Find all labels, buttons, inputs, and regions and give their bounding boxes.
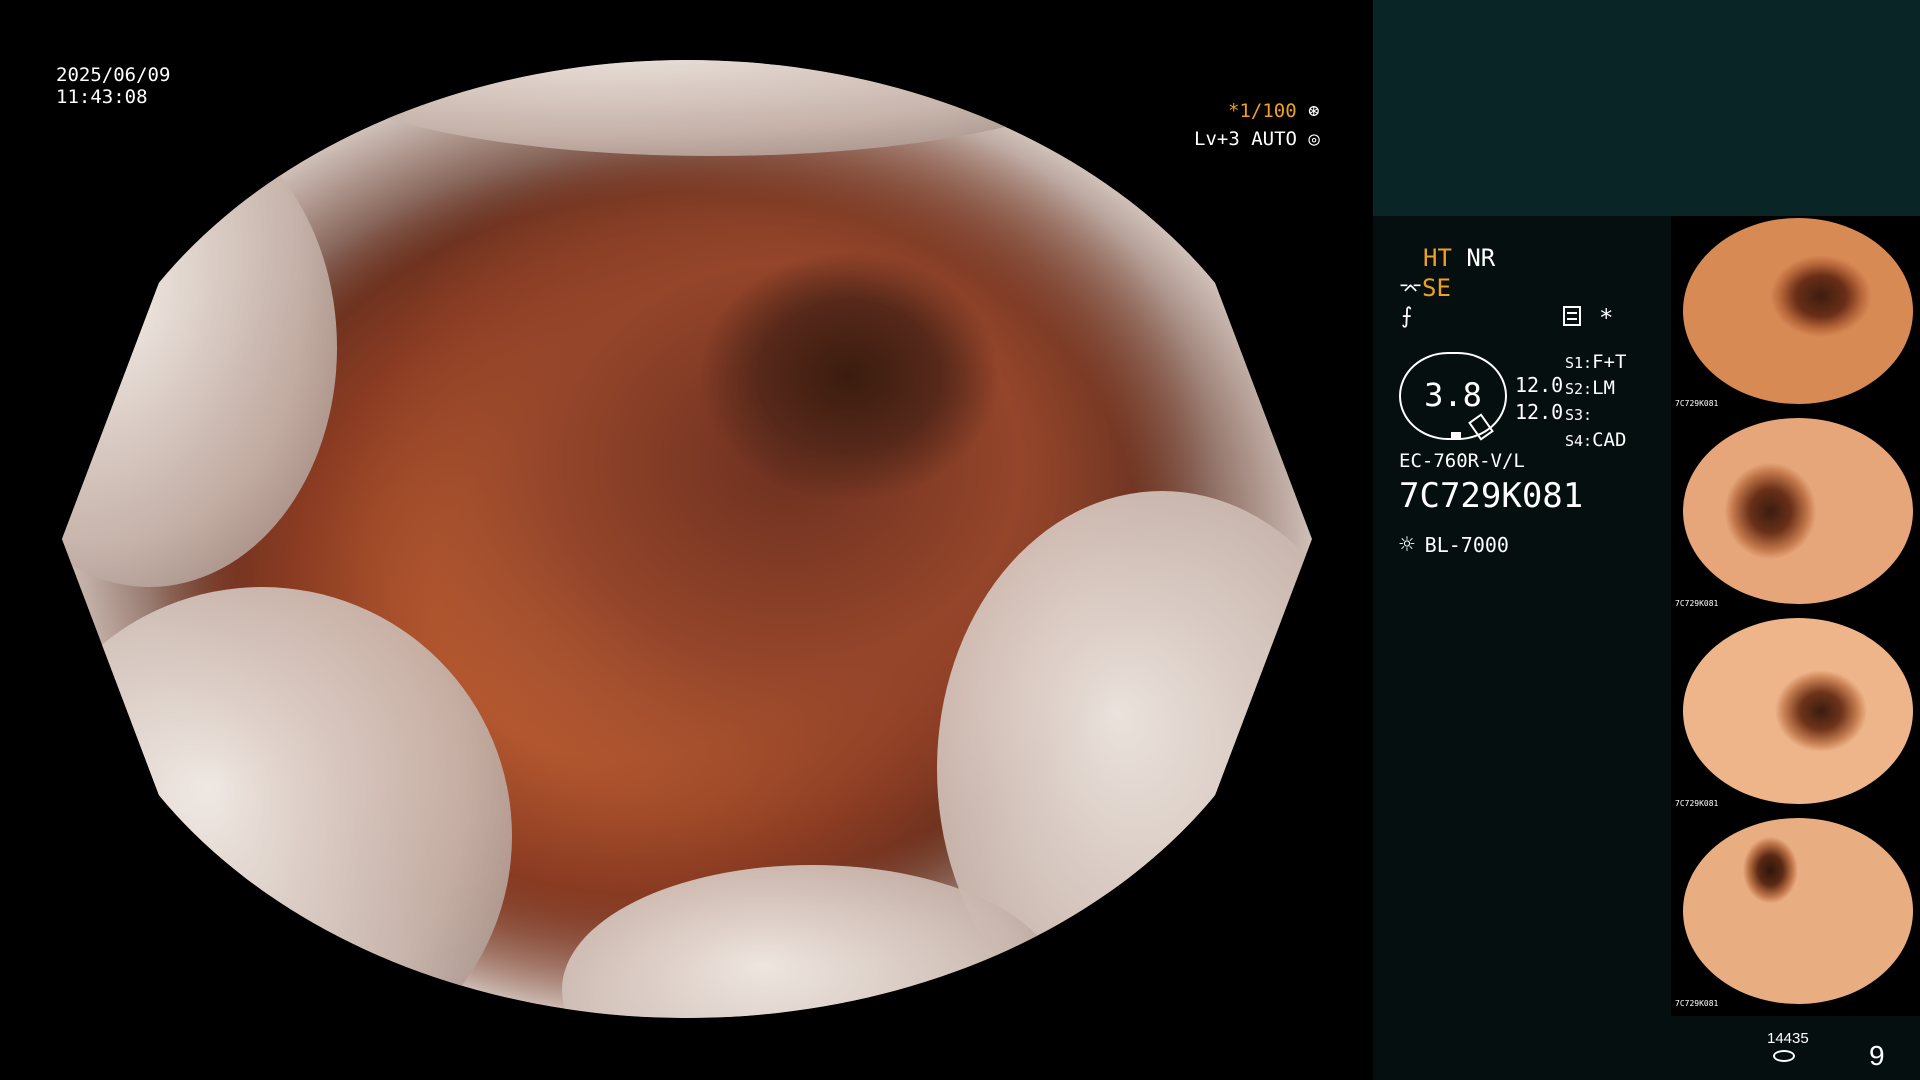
storage-icon: [1773, 1050, 1795, 1062]
gauge-marker: [1451, 432, 1461, 440]
thumbnail-image: [1683, 218, 1913, 404]
thumbnail-label: 7C729K081: [1675, 599, 1719, 608]
shutter-indicator: *1/100 ⊛: [1228, 100, 1320, 122]
date-label: 2025/06/09: [56, 64, 171, 86]
switch-settings: S1:F+T S2:LM S3: S4:CAD: [1565, 350, 1626, 454]
switch-s1: S1:F+T: [1565, 350, 1626, 376]
time-label: 11:43:08: [56, 86, 148, 108]
light-source: ☼ BL-7000: [1399, 530, 1509, 560]
s4-key: S4:: [1565, 432, 1593, 450]
nr-label: NR: [1466, 244, 1496, 272]
s4-value: CAD: [1592, 429, 1627, 451]
zoom-value-1: 12.0: [1515, 373, 1564, 397]
switch-s4: S4:CAD: [1565, 428, 1626, 454]
thumbnail-image: [1683, 618, 1913, 804]
thumbnail[interactable]: 7C729K081: [1671, 216, 1920, 416]
info-panel: HT NR ⌤SE ⨍ * 3.8 12.0 12.0 S1:F+T S2:LM…: [1373, 0, 1920, 1080]
structure-icon: ⌤: [1399, 277, 1423, 301]
zoom-values: 12.0 12.0: [1515, 372, 1563, 426]
thumbnail[interactable]: 7C729K081: [1671, 816, 1920, 1016]
thumbnail-label: 7C729K081: [1675, 799, 1719, 808]
iris-indicator: Lv+3 AUTO ◎: [1194, 128, 1320, 150]
iris-label: Lv+3 AUTO: [1194, 128, 1297, 150]
panel-header: [1373, 0, 1920, 216]
endoscope-view: 2025/06/09 11:43:08 *1/100 ⊛ Lv+3 AUTO ◎: [0, 0, 1372, 1080]
structure-enhancement: ⌤SE: [1399, 274, 1451, 302]
endoscopic-image: [62, 60, 1312, 1018]
thumbnail-label: 7C729K081: [1675, 999, 1719, 1008]
menu-icon: [1563, 306, 1581, 326]
ht-label: HT: [1423, 244, 1452, 272]
image-count: 14435: [1767, 1030, 1809, 1047]
s2-value: LM: [1592, 377, 1615, 399]
se-label: SE: [1422, 274, 1451, 302]
light-source-label: BL-7000: [1424, 533, 1509, 557]
scope-serial: 7C729K081: [1399, 476, 1584, 516]
s2-key: S2:: [1565, 380, 1593, 398]
s1-key: S1:: [1565, 354, 1593, 372]
enhancement-modes: HT NR: [1423, 244, 1495, 272]
timestamp: 2025/06/09 11:43:08: [56, 64, 170, 108]
star-label: *: [1599, 304, 1614, 332]
color-icon: ⨍: [1401, 304, 1413, 329]
pencil-icon: [1468, 413, 1494, 441]
s3-key: S3:: [1565, 406, 1593, 424]
thumbnail-strip: 7C729K081 7C729K081 7C729K081 7C729K081: [1671, 216, 1920, 1016]
s1-value: F+T: [1592, 351, 1627, 373]
page-number: 9: [1869, 1040, 1885, 1071]
aperture-icon: ⊛: [1308, 100, 1320, 122]
thumbnail[interactable]: 7C729K081: [1671, 616, 1920, 816]
sun-icon: ☼: [1399, 530, 1415, 560]
switch-s3: S3:: [1565, 402, 1626, 428]
switch-s2: S2:LM: [1565, 376, 1626, 402]
magnification-gauge: 3.8: [1399, 352, 1507, 441]
scope-model: EC-760R-V/L: [1399, 450, 1525, 472]
thumbnail-image: [1683, 418, 1913, 604]
thumbnail-label: 7C729K081: [1675, 399, 1719, 408]
thumbnail-image: [1683, 818, 1913, 1004]
gauge-value: 3.8: [1424, 376, 1482, 414]
zoom-value-2: 12.0: [1515, 400, 1564, 424]
thumbnail[interactable]: 7C729K081: [1671, 416, 1920, 616]
iris-icon: ◎: [1308, 128, 1320, 150]
shutter-label: *1/100: [1228, 100, 1297, 122]
